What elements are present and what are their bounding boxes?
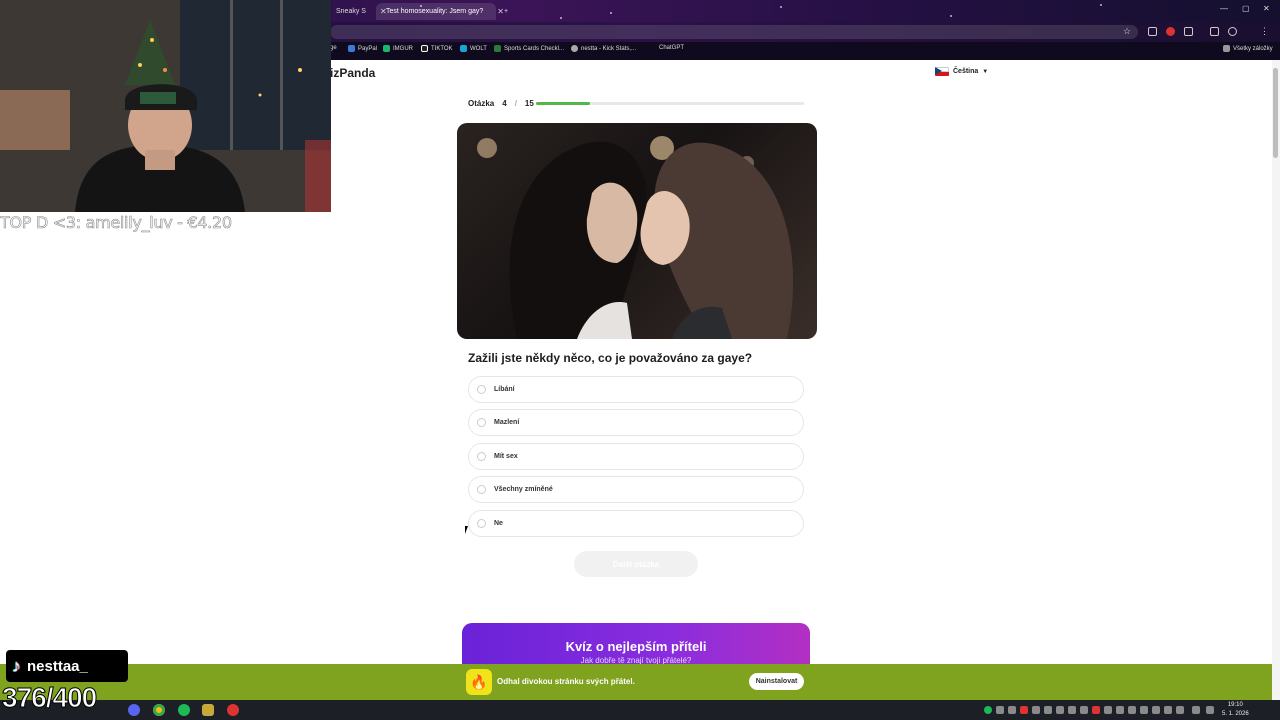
tray-icon[interactable]	[1164, 706, 1172, 714]
mouse-cursor-icon	[465, 526, 468, 534]
install-button[interactable]: Nainstalovat	[749, 673, 804, 690]
puzzle-icon[interactable]	[1184, 27, 1193, 36]
close-window-icon[interactable]: ✕	[1263, 4, 1270, 13]
bookmark-kick-stats[interactable]: nestta - Kick Stats,...	[571, 45, 636, 52]
tray-icon[interactable]	[1092, 706, 1100, 714]
url-field[interactable]	[330, 25, 1138, 39]
answer-option-4[interactable]: Všechny zmíněné	[468, 476, 804, 503]
radio-icon[interactable]	[477, 519, 486, 528]
bookmark-sports-cards[interactable]: Sports Cards Checkl...	[494, 45, 564, 52]
scrollbar[interactable]	[1272, 60, 1280, 700]
tray-icon[interactable]	[1056, 706, 1064, 714]
tray-spotify-icon[interactable]	[984, 706, 992, 714]
install-bar	[0, 664, 1272, 700]
tray-icon[interactable]	[1032, 706, 1040, 714]
tiktok-icon	[421, 45, 428, 52]
radio-icon[interactable]	[477, 485, 486, 494]
app-icon[interactable]	[202, 704, 214, 716]
progress-fill	[536, 102, 590, 105]
tiktok-icon: ♪	[12, 655, 21, 676]
sports-cards-icon	[494, 45, 501, 52]
profile-icon[interactable]	[1228, 27, 1237, 36]
spotify-icon[interactable]	[178, 704, 190, 716]
goal-counter: 376/400	[1, 682, 97, 714]
all-bookmarks[interactable]: Všetky záložky	[1223, 45, 1273, 52]
promo-title: Kvíz o nejlepším příteli	[565, 639, 707, 654]
webcam-overlay	[0, 0, 331, 212]
menu-icon[interactable]: ⋮	[1260, 26, 1269, 37]
windows-taskbar	[0, 700, 1280, 720]
wifi-icon[interactable]	[1192, 706, 1200, 714]
bookmark-item[interactable]: ge	[330, 45, 337, 51]
kiss-photo-illustration	[477, 136, 794, 339]
new-tab-button[interactable]: +	[498, 3, 514, 20]
discord-icon[interactable]	[128, 704, 140, 716]
globe-icon	[571, 45, 578, 52]
bookmark-chatgpt[interactable]: ChatGPT	[659, 45, 684, 51]
answer-option-2[interactable]: Mazlení	[468, 409, 804, 436]
radio-icon[interactable]	[477, 385, 486, 394]
tiktok-badge: ♪ nesttaa_	[6, 650, 128, 682]
answer-option-1[interactable]: Líbání	[468, 376, 804, 403]
question-text: Zažili jste někdy něco, co je považováno…	[468, 351, 753, 365]
tray-icon[interactable]	[1008, 706, 1016, 714]
minimize-icon[interactable]: —	[1220, 4, 1228, 13]
progress-bar	[536, 102, 804, 105]
folder-icon	[1223, 45, 1230, 52]
scrollbar-thumb[interactable]	[1273, 68, 1278, 158]
tray-icon[interactable]	[1104, 706, 1112, 714]
bookmark-imgur[interactable]: IMGUR	[383, 45, 413, 52]
maximize-icon[interactable]: ▢	[1242, 4, 1250, 13]
taskbar-clock[interactable]: 19:10 5. 1. 2026	[1222, 701, 1249, 719]
radio-icon[interactable]	[477, 452, 486, 461]
flame-icon: 🔥	[466, 669, 492, 695]
answer-option-3[interactable]: Mít sex	[468, 443, 804, 470]
volume-icon[interactable]	[1206, 706, 1214, 714]
install-text: Odhal divokou stránku svých přátel.	[497, 677, 635, 686]
czech-flag-icon	[935, 67, 949, 76]
site-logo[interactable]: izPanda	[330, 66, 375, 80]
bookmark-wolt[interactable]: WOLT	[460, 45, 487, 52]
webcam-feed	[0, 0, 331, 212]
star-icon[interactable]: ☆	[1123, 26, 1131, 37]
next-question-button[interactable]: Další otázka	[574, 551, 698, 577]
tray-icon[interactable]	[996, 706, 1004, 714]
tray-icon[interactable]	[1020, 706, 1028, 714]
microphone-icon[interactable]	[1176, 706, 1184, 714]
language-selector[interactable]: Čeština ▼	[935, 67, 988, 76]
imgur-icon	[383, 45, 390, 52]
tray-icon[interactable]	[1080, 706, 1088, 714]
tray-icon[interactable]	[1068, 706, 1076, 714]
tray-icon[interactable]	[1152, 706, 1160, 714]
bookmark-paypal[interactable]: PayPal	[348, 45, 377, 52]
tray-icon[interactable]	[1128, 706, 1136, 714]
tray-icon[interactable]	[1116, 706, 1124, 714]
bookmark-tiktok[interactable]: TIKTOK	[421, 45, 453, 52]
donation-ticker: TOP D <3: amelily_luv - €4.20	[0, 213, 232, 233]
radio-icon[interactable]	[477, 418, 486, 427]
wolt-icon	[460, 45, 467, 52]
question-image	[457, 123, 817, 339]
extension-red-icon[interactable]	[1166, 27, 1175, 36]
obs-icon[interactable]	[227, 704, 239, 716]
tab-active[interactable]: Test homosexuality: Jsem gay? ✕	[376, 3, 504, 20]
tray-icon[interactable]	[1044, 706, 1052, 714]
caret-down-icon: ▼	[982, 68, 989, 75]
extension-icon[interactable]	[1148, 27, 1157, 36]
download-icon[interactable]	[1210, 27, 1219, 36]
tray-icon[interactable]	[1140, 706, 1148, 714]
paypal-icon	[348, 45, 355, 52]
answer-option-5[interactable]: Ne	[468, 510, 804, 537]
question-counter: Otázka 4 / 15	[468, 99, 534, 108]
chrome-icon[interactable]	[153, 704, 165, 716]
